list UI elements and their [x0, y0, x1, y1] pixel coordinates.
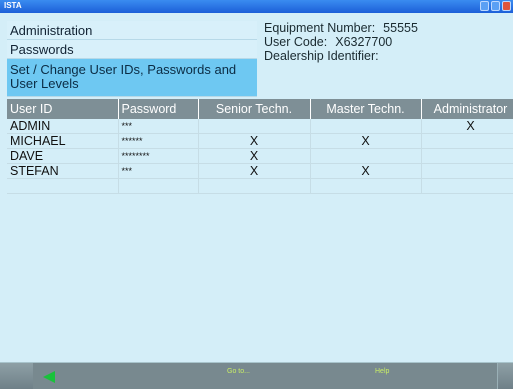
footer-slot-empty: [133, 363, 196, 389]
user-table: User ID Password Senior Techn. Master Te…: [7, 99, 513, 194]
app-title: ISTA: [4, 1, 22, 10]
back-button[interactable]: [33, 363, 76, 389]
table-row[interactable]: MICHAEL ****** X X: [7, 133, 513, 149]
window-controls: [480, 1, 511, 11]
help-button[interactable]: Help: [375, 363, 438, 389]
help-label: Help: [375, 368, 390, 375]
password-cell: ******: [118, 133, 199, 149]
senior-techn-cell: [198, 178, 311, 194]
user-id-cell: DAVE: [7, 148, 119, 164]
dealership-identifier-label: Dealership Identifier:: [264, 49, 379, 63]
user-code-label: User Code:: [264, 35, 328, 49]
footer-slot-empty: [437, 363, 498, 389]
senior-techn-cell: [198, 119, 311, 134]
senior-techn-cell: X: [198, 148, 311, 164]
footer-slot-empty: [195, 363, 256, 389]
maximize-icon[interactable]: [491, 1, 500, 11]
equipment-number-value: 55555: [383, 21, 418, 35]
user-id-cell: ADMIN: [7, 119, 119, 134]
goto-button[interactable]: Go to...: [227, 363, 318, 389]
table-row[interactable]: [7, 178, 513, 194]
master-techn-cell: [310, 119, 422, 134]
senior-techn-cell: X: [198, 133, 311, 149]
administrator-cell: [421, 133, 513, 149]
master-techn-cell: [310, 178, 422, 194]
column-senior-techn[interactable]: Senior Techn.: [198, 99, 311, 119]
password-cell: [118, 178, 199, 194]
master-techn-cell: [310, 148, 422, 164]
column-master-techn[interactable]: Master Techn.: [310, 99, 422, 119]
nav-item-administration[interactable]: Administration: [7, 21, 257, 40]
nav-item-set-change-users[interactable]: Set / Change User IDs, Passwords and Use…: [7, 59, 257, 97]
user-id-cell: STEFAN: [7, 163, 119, 179]
back-arrow-icon: [43, 371, 55, 383]
goto-label: Go to...: [227, 368, 250, 375]
close-icon[interactable]: [502, 1, 511, 11]
table-row[interactable]: ADMIN *** X: [7, 119, 513, 134]
user-id-cell: MICHAEL: [7, 133, 119, 149]
password-cell: ***: [118, 163, 199, 179]
password-cell: ***: [118, 119, 199, 134]
master-techn-cell: X: [310, 133, 422, 149]
equipment-info: Equipment Number: 55555 User Code: X632770…: [264, 21, 426, 63]
title-bar: ISTA: [0, 0, 513, 13]
minimize-icon[interactable]: [480, 1, 489, 11]
equipment-number-label: Equipment Number:: [264, 21, 376, 35]
footer-slot-empty: [75, 363, 134, 389]
table-header-row: User ID Password Senior Techn. Master Te…: [7, 99, 513, 119]
column-administrator[interactable]: Administrator: [421, 99, 513, 119]
user-id-cell: [7, 178, 119, 194]
administrator-cell: [421, 163, 513, 179]
administrator-cell: [421, 178, 513, 194]
column-user-id[interactable]: User ID: [7, 99, 119, 119]
breadcrumb-nav: Administration Passwords Set / Change Us…: [7, 21, 257, 97]
table-row[interactable]: DAVE ******** X: [7, 148, 513, 164]
master-techn-cell: X: [310, 163, 422, 179]
table-row[interactable]: STEFAN *** X X: [7, 163, 513, 179]
administrator-cell: X: [421, 119, 513, 134]
footer-toolbar: Go to... Help: [0, 362, 513, 389]
column-password[interactable]: Password: [118, 99, 199, 119]
password-cell: ********: [118, 148, 199, 164]
administrator-cell: [421, 148, 513, 164]
user-code-value: X6327700: [335, 35, 393, 49]
nav-item-passwords[interactable]: Passwords: [7, 40, 257, 59]
footer-slot-empty: [317, 363, 376, 389]
senior-techn-cell: X: [198, 163, 311, 179]
